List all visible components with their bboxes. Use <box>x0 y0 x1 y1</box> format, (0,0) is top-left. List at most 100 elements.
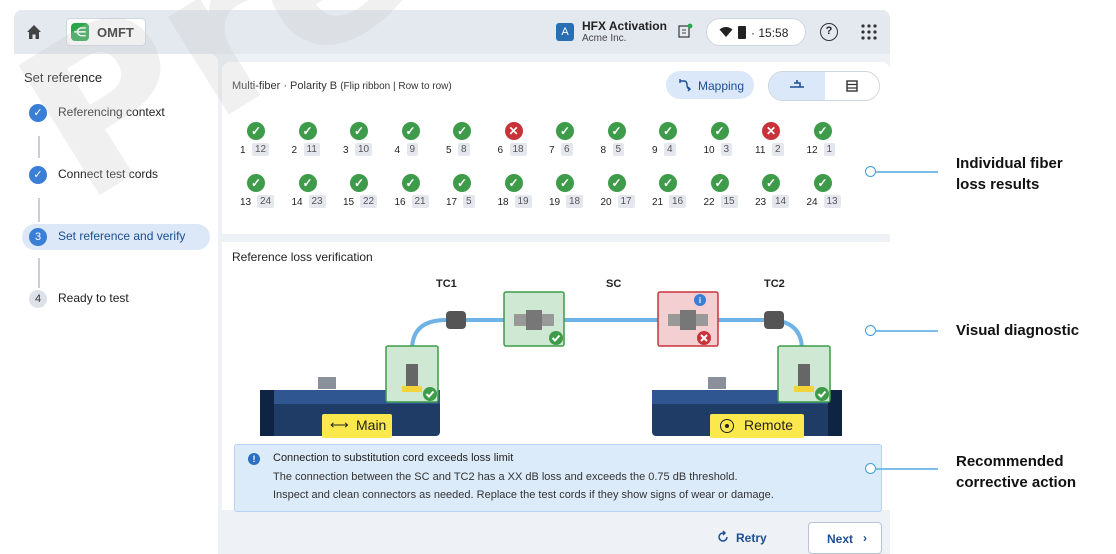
fiber-number: 20 <box>600 197 612 208</box>
mapped-fiber-number: 3 <box>720 143 733 156</box>
check-icon: ✓ <box>401 174 420 192</box>
step-label: Set reference and verify <box>58 229 186 243</box>
fiber-number: 18 <box>497 197 509 208</box>
fiber-result[interactable]: ✓ 5 8 <box>446 122 496 162</box>
check-icon: ✓ <box>350 174 368 192</box>
fiber-number: 19 <box>549 197 561 208</box>
check-icon: ✓ <box>247 174 265 192</box>
mapped-fiber-number: 14 <box>772 195 790 208</box>
alert-line-1: The connection between the SC and TC2 ha… <box>273 471 738 483</box>
fiber-result[interactable]: ✓ 2 11 <box>292 122 342 162</box>
polarity-label: Multi-fiber · Polarity B <box>232 80 338 92</box>
diagram-view-button[interactable] <box>769 72 825 100</box>
home-icon[interactable] <box>24 22 44 42</box>
mapped-fiber-number: 5 <box>612 143 625 156</box>
fiber-result[interactable]: ✓ 14 23 <box>292 174 342 214</box>
table-view-button[interactable] <box>825 72 879 100</box>
remote-label-text: Remote <box>744 417 794 433</box>
check-icon: ✓ <box>710 174 729 192</box>
table-view-icon <box>846 80 858 92</box>
check-icon: ✓ <box>298 122 317 140</box>
callout-dot <box>865 325 876 336</box>
step-ready-to-test[interactable]: 4 Ready to test <box>22 286 210 312</box>
mapped-fiber-number: 16 <box>669 195 687 208</box>
callout-visual-diagnostic: Visual diagnostic <box>956 320 1079 341</box>
fiber-number: 10 <box>703 145 715 156</box>
fiber-result[interactable]: ✓ 12 1 <box>807 122 857 162</box>
mapped-fiber-number: 15 <box>720 195 738 208</box>
check-icon: ✓ <box>556 122 574 140</box>
check-icon: ✓ <box>401 122 420 140</box>
mapped-fiber-number: 2 <box>772 143 784 156</box>
check-icon: ✓ <box>659 122 677 140</box>
info-icon: ! <box>248 453 260 465</box>
step-label: Connect test cords <box>58 167 159 181</box>
check-icon: ✓ <box>813 174 832 192</box>
fiber-result[interactable]: ✓ 23 14 <box>755 174 805 214</box>
fiber-result[interactable]: ✓ 21 16 <box>652 174 702 214</box>
account-selector[interactable]: A HFX Activation Acme Inc. <box>554 17 694 47</box>
mapping-icon <box>679 79 691 92</box>
check-icon: ✓ <box>813 122 832 140</box>
mapping-button[interactable]: Mapping <box>666 71 754 99</box>
check-icon: ✓ <box>710 122 729 140</box>
fiber-result[interactable]: ✓ 24 13 <box>807 174 857 214</box>
check-icon: ✓ <box>298 174 317 192</box>
fiber-result[interactable]: ✓ 9 4 <box>652 122 702 162</box>
help-icon[interactable]: ? <box>820 23 838 41</box>
check-icon: ✓ <box>659 174 677 192</box>
fiber-number: 4 <box>394 145 401 156</box>
callout-text: Recommended <box>956 453 1064 470</box>
error-icon: ✕ <box>762 122 780 140</box>
fiber-result[interactable]: ✓ 13 24 <box>240 174 290 214</box>
fiber-result[interactable]: ✓ 3 10 <box>343 122 393 162</box>
fiber-result[interactable]: ✓ 19 18 <box>549 174 599 214</box>
app-switcher[interactable]: ⋲ OMFT <box>66 18 146 46</box>
fiber-result[interactable]: ✓ 7 6 <box>549 122 599 162</box>
fiber-result[interactable]: ✓ 15 22 <box>343 174 393 214</box>
step-connect-test-cords[interactable]: ✓ Connect test cords <box>22 162 210 188</box>
battery-icon <box>738 26 746 39</box>
fiber-result[interactable]: ✕ 11 2 <box>755 122 805 162</box>
fiber-result[interactable]: ✓ 16 21 <box>395 174 445 214</box>
mapped-fiber-number: 23 <box>308 195 326 208</box>
step-referencing-context[interactable]: ✓ Referencing context <box>22 100 210 126</box>
check-icon: ✓ <box>607 174 626 192</box>
mapped-fiber-number: 18 <box>509 143 527 156</box>
check-icon: ✓ <box>29 104 47 122</box>
fiber-result[interactable]: ✓ 22 15 <box>704 174 754 214</box>
next-button[interactable]: Next › <box>808 522 882 554</box>
step-connector <box>38 198 40 222</box>
alert-title: Connection to substitution cord exceeds … <box>273 452 514 464</box>
fiber-result[interactable]: ✓ 20 17 <box>601 174 651 214</box>
check-icon: ✓ <box>504 174 523 192</box>
results-card: Multi-fiber · Polarity B (Flip ribbon | … <box>222 62 890 512</box>
fiber-number: 24 <box>806 197 818 208</box>
wizard-sidebar: Set reference ✓ Referencing context ✓ Co… <box>14 54 218 554</box>
retry-button[interactable]: Retry <box>706 526 782 552</box>
check-icon: ✓ <box>29 166 47 184</box>
fiber-result[interactable]: ✓ 8 5 <box>601 122 651 162</box>
fiber-number: 14 <box>291 197 303 208</box>
step-set-reference-and-verify[interactable]: 3 Set reference and verify <box>22 224 210 250</box>
fiber-result[interactable]: ✕ 6 18 <box>498 122 548 162</box>
fiber-result[interactable]: ✓ 1 12 <box>240 122 290 162</box>
fiber-result[interactable]: ✓ 17 5 <box>446 174 496 214</box>
mapped-fiber-number: 4 <box>664 143 676 156</box>
step-label: Ready to test <box>58 291 129 305</box>
main-panel: Multi-fiber · Polarity B (Flip ribbon | … <box>222 62 890 554</box>
status-pill[interactable]: · 15:58 <box>706 18 806 46</box>
mapped-fiber-number: 19 <box>514 195 532 208</box>
fiber-result[interactable]: ✓ 4 9 <box>395 122 445 162</box>
check-icon: ✓ <box>247 122 265 140</box>
fiber-result[interactable]: ✓ 18 19 <box>498 174 548 214</box>
omft-logo-icon: ⋲ <box>71 23 89 41</box>
edit-icon[interactable] <box>677 23 693 39</box>
apps-grid-icon[interactable] <box>860 23 878 41</box>
fiber-result[interactable]: ✓ 10 3 <box>704 122 754 162</box>
fiber-number: 3 <box>343 145 349 156</box>
tc1-label: TC1 <box>436 278 457 290</box>
view-toggle <box>768 71 880 101</box>
fiber-number: 1 <box>240 145 246 156</box>
check-icon: ✓ <box>350 122 368 140</box>
